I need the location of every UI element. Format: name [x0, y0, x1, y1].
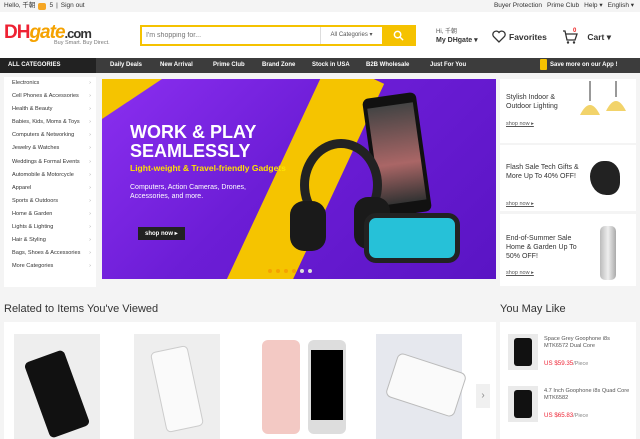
- logo-tagline: Buy Smart. Buy Direct.: [54, 40, 110, 46]
- help-menu[interactable]: Help ▾: [584, 0, 602, 12]
- promo-shop-now[interactable]: shop now ▸: [506, 121, 534, 127]
- search-input[interactable]: [142, 27, 320, 44]
- product-tile[interactable]: [134, 334, 220, 439]
- next-arrow-button[interactable]: ›: [476, 384, 490, 408]
- sidebar-category-item[interactable]: Lights & Lighting: [4, 221, 96, 234]
- sidebar-category-item[interactable]: More Categories: [4, 260, 96, 273]
- banner-shop-now-button[interactable]: shop now ▸: [138, 227, 185, 240]
- product-thumbnail: [508, 334, 538, 370]
- sidebar-category-item[interactable]: Weddings & Formal Events: [4, 156, 96, 169]
- nav-just-for-you[interactable]: Just For You: [430, 58, 466, 73]
- you-may-like-title: You May Like: [500, 303, 566, 315]
- list-item[interactable]: 4.7 Inch Goophone i8s Quad Core MTK6582 …: [504, 378, 634, 430]
- promo-shop-now[interactable]: shop now ▸: [506, 270, 534, 276]
- headphone-cup-left: [290, 201, 326, 251]
- promo-title: Stylish Indoor & Outdoor Lighting: [506, 94, 558, 110]
- carousel-dot[interactable]: [300, 269, 304, 273]
- sidebar-category-item[interactable]: Jewelry & Watches: [4, 142, 96, 155]
- carousel-dot[interactable]: [292, 269, 296, 273]
- carousel-dot[interactable]: [276, 269, 280, 273]
- product-thumbnail: [508, 386, 538, 422]
- promo-home-garden[interactable]: End-of-Summer Sale Home & Garden Up To 5…: [500, 214, 636, 286]
- bottle-image: [600, 226, 616, 280]
- buyer-protection-link[interactable]: Buyer Protection: [494, 0, 542, 12]
- product-price: US $65.83/Piece: [544, 412, 589, 419]
- greeting-text: Hello, 千朝: [4, 2, 36, 9]
- speaker-image: [364, 213, 460, 263]
- main-nav: ALL CATEGORIES Daily Deals New Arrival P…: [0, 58, 640, 73]
- sidebar-category-item[interactable]: Hair & Styling: [4, 234, 96, 247]
- prime-club-link[interactable]: Prime Club: [547, 0, 579, 12]
- product-tile[interactable]: [258, 334, 346, 439]
- earbud-image: [590, 161, 620, 195]
- sidebar-category-item[interactable]: Babies, Kids, Moms & Toys: [4, 116, 96, 129]
- all-categories-button[interactable]: ALL CATEGORIES: [0, 58, 96, 73]
- nav-prime-club[interactable]: Prime Club: [213, 58, 245, 73]
- product-name: Space Grey Goophone i8s MTK6572 Dual Cor…: [544, 336, 610, 349]
- list-item[interactable]: Space Grey Goophone i8s MTK6572 Dual Cor…: [504, 326, 634, 378]
- nav-stock-usa[interactable]: Stock in USA: [312, 58, 350, 73]
- carousel-dot[interactable]: [268, 269, 272, 273]
- promo-title: Flash Sale Tech Gifts & More Up To 40% O…: [506, 164, 579, 180]
- carousel-dot[interactable]: [284, 269, 288, 273]
- sidebar-category-item[interactable]: Apparel: [4, 182, 96, 195]
- message-count[interactable]: 5: [49, 0, 53, 12]
- app-promo-link[interactable]: Save more on our App !: [540, 58, 617, 73]
- hero-banner[interactable]: WORK & PLAY SEAMLESSLY Light-weight & Tra…: [102, 79, 496, 279]
- banner-title: WORK & PLAY SEAMLESSLY: [130, 122, 257, 161]
- phone-icon: [540, 58, 547, 70]
- utility-links: Buyer Protection Prime Club Help ▾ Engli…: [494, 0, 634, 12]
- pendant-lamp-icon: [580, 81, 626, 115]
- sidebar-category-item[interactable]: Automobile & Motorcycle: [4, 169, 96, 182]
- message-icon[interactable]: [38, 2, 47, 10]
- sidebar-category-item[interactable]: Sports & Outdoors: [4, 195, 96, 208]
- site-header: DHgate.com Buy Smart. Buy Direct. All Ca…: [0, 12, 640, 58]
- nav-daily-deals[interactable]: Daily Deals: [110, 58, 142, 73]
- decor-triangle: [102, 79, 162, 119]
- product-tile[interactable]: [14, 334, 100, 439]
- sidebar-category-item[interactable]: Electronics: [4, 77, 96, 90]
- sidebar-category-item[interactable]: Bags, Shoes & Accessories: [4, 247, 96, 260]
- nav-new-arrival[interactable]: New Arrival: [160, 58, 193, 73]
- carousel-dot[interactable]: [308, 269, 312, 273]
- nav-brand-zone[interactable]: Brand Zone: [262, 58, 295, 73]
- cart-count: 0: [573, 28, 577, 34]
- search-icon: [393, 30, 404, 41]
- promo-shop-now[interactable]: shop now ▸: [506, 201, 534, 207]
- sidebar-category-item[interactable]: Cell Phones & Accessories: [4, 90, 96, 103]
- promo-lighting[interactable]: Stylish Indoor & Outdoor Lighting shop n…: [500, 79, 636, 143]
- language-menu[interactable]: English ▾: [608, 0, 634, 12]
- product-tile[interactable]: [376, 334, 468, 439]
- favorites-link[interactable]: Favorites: [492, 30, 547, 43]
- related-items-carousel: ›: [4, 322, 496, 439]
- product-price: US $59.35/Piece: [544, 360, 589, 367]
- account-links: Hello, 千朝 5 | Sign out: [4, 0, 85, 12]
- sidebar-category-item[interactable]: Computers & Networking: [4, 129, 96, 142]
- user-greeting: Hi, 千朝: [436, 29, 458, 35]
- category-sidebar: ElectronicsCell Phones & AccessoriesHeal…: [4, 77, 96, 287]
- promo-title: End-of-Summer Sale Home & Garden Up To 5…: [506, 235, 577, 260]
- you-may-like-list: Space Grey Goophone i8s MTK6572 Dual Cor…: [500, 322, 636, 439]
- sidebar-category-item[interactable]: Health & Beauty: [4, 103, 96, 116]
- product-name: 4.7 Inch Goophone i8s Quad Core MTK6582: [544, 388, 630, 401]
- nav-b2b-wholesale[interactable]: B2B Wholesale: [366, 58, 409, 73]
- heart-icon: [492, 30, 506, 43]
- sign-out-link[interactable]: Sign out: [61, 0, 85, 12]
- search-bar: All Categories ▾: [140, 25, 416, 46]
- search-button[interactable]: [382, 27, 414, 44]
- sidebar-category-item[interactable]: Home & Garden: [4, 208, 96, 221]
- banner-description: Computers, Action Cameras, Drones, Acces…: [130, 184, 246, 200]
- related-section-title: Related to Items You've Viewed: [4, 303, 159, 315]
- top-bar: Hello, 千朝 5 | Sign out Buyer Protection …: [0, 0, 640, 12]
- category-select[interactable]: All Categories ▾: [320, 27, 382, 44]
- promo-flash-sale[interactable]: Flash Sale Tech Gifts & More Up To 40% O…: [500, 145, 636, 211]
- carousel-dots: [268, 269, 312, 273]
- my-dhgate-menu[interactable]: My DHgate ▾: [436, 36, 478, 44]
- cart-link[interactable]: 0 Cart ▾: [562, 28, 611, 44]
- banner-subtitle: Light-weight & Travel-friendly Gadgets: [130, 163, 286, 173]
